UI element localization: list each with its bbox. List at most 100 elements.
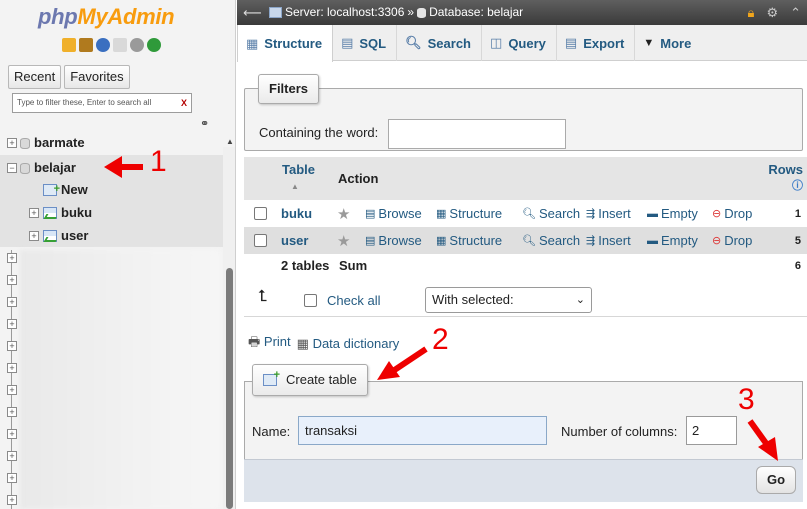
action-label: Empty — [661, 233, 698, 248]
expand-icon[interactable]: + — [7, 275, 17, 285]
print-link[interactable]: 🖶 Print — [248, 333, 291, 355]
tab-sql[interactable]: ▤ SQL — [333, 25, 398, 61]
empty-action[interactable]: ▬ Empty — [647, 233, 698, 248]
collapse-nav-icon[interactable]: ⟵ — [243, 0, 262, 25]
favorites-button[interactable]: Favorites — [64, 65, 130, 89]
containing-word-input[interactable] — [388, 119, 566, 149]
expand-icon[interactable]: + — [7, 363, 17, 373]
nav-scrollbar-thumb[interactable] — [226, 268, 233, 509]
check-all-label[interactable]: Check all — [327, 293, 380, 308]
with-selected-dropdown[interactable]: With selected: ⌄ — [425, 287, 592, 313]
data-dictionary-link[interactable]: ▦ Data dictionary — [297, 336, 400, 352]
printer-icon: 🖶 — [248, 334, 261, 349]
settings-icon[interactable]: ⚙ — [766, 0, 778, 25]
nav-tabs: Recent Favorites — [8, 65, 130, 89]
annotation-number-2: 2 — [432, 323, 449, 356]
table-name-link[interactable]: buku — [281, 206, 312, 221]
tree-item-barmate[interactable]: + barmate — [7, 132, 85, 154]
browse-action[interactable]: ▤ Browse — [365, 206, 422, 221]
tree-item-user[interactable]: + user — [29, 225, 88, 247]
table-column-header[interactable]: Table ▲ — [282, 162, 315, 194]
insert-icon: ⇶ — [586, 235, 596, 247]
table-name-link[interactable]: user — [281, 233, 308, 248]
nav-filter-input[interactable]: Type to filter these, Enter to search al… — [12, 93, 192, 113]
insert-action[interactable]: ⇶ Insert — [586, 206, 631, 221]
home-icon[interactable] — [62, 38, 76, 52]
table-name-input[interactable]: transaksi — [298, 416, 547, 445]
filter-placeholder: Type to filter these, Enter to search al… — [17, 98, 152, 107]
insert-action[interactable]: ⇶ Insert — [586, 233, 631, 248]
favorite-star-icon[interactable]: ★ — [337, 205, 350, 223]
gear-icon[interactable] — [130, 38, 144, 52]
favorite-star-icon[interactable]: ★ — [337, 232, 350, 250]
row-checkbox[interactable] — [254, 234, 267, 247]
structure-action[interactable]: ▦ Structure — [436, 233, 502, 248]
tree-item-new[interactable]: New — [43, 178, 88, 201]
expand-icon[interactable]: + — [7, 319, 17, 329]
expand-icon[interactable]: + — [7, 297, 17, 307]
expand-icon[interactable]: + — [29, 208, 39, 218]
expand-icon[interactable]: + — [7, 451, 17, 461]
drop-action[interactable]: ⊖ Drop — [712, 233, 752, 248]
structure-action[interactable]: ▦ Structure — [436, 206, 502, 221]
table-row: user ★ ▤ Browse ▦ Structure 🔍︎ Search ⇶ Inse… — [244, 227, 807, 254]
expand-icon[interactable]: + — [7, 341, 17, 351]
go-button[interactable]: Go — [756, 466, 796, 494]
breadcrumb: Server: localhost:3306 » Database: belaj… — [269, 0, 523, 25]
dictionary-icon: ▦ — [296, 336, 309, 351]
phpmyadmin-logo[interactable]: phpMyAdmin — [38, 4, 175, 30]
drop-action[interactable]: ⊖ Drop — [712, 206, 752, 221]
bar-controls: 🔒︎ ⚙ ⌃ — [748, 0, 801, 25]
expand-icon[interactable]: + — [7, 138, 17, 148]
collapse-icon[interactable]: − — [7, 163, 17, 173]
header-label: Table — [282, 162, 315, 177]
docs-icon[interactable] — [113, 38, 127, 52]
search-action[interactable]: 🔍︎ Search — [522, 233, 580, 248]
insert-icon: ⇶ — [586, 208, 596, 220]
expand-icon[interactable]: + — [7, 385, 17, 395]
link-icon[interactable]: ⚭ — [200, 117, 209, 130]
empty-action[interactable]: ▬ Empty — [647, 206, 698, 221]
tab-label: Structure — [264, 36, 323, 51]
database-icon — [20, 162, 30, 174]
check-all-checkbox[interactable] — [304, 294, 317, 307]
help-icon[interactable] — [96, 38, 110, 52]
maximize-icon[interactable]: ⌃ — [790, 0, 801, 25]
drop-icon: ⊖ — [712, 208, 722, 220]
lock-icon: 🔒︎ — [747, 5, 755, 20]
expand-icon[interactable]: + — [29, 231, 39, 241]
tab-label: More — [660, 35, 692, 51]
expand-icon[interactable]: + — [7, 495, 17, 505]
rows-column-header[interactable]: Rows ⓘ — [768, 162, 803, 194]
main-tabs: ▦ Structure ▤ SQL 🔍︎ Search ◫ Query ▤ Export … — [237, 25, 807, 62]
action-label: Structure — [449, 206, 503, 221]
expand-icon[interactable]: + — [7, 473, 17, 483]
number-of-columns-input[interactable]: 2 — [686, 416, 737, 445]
action-label: Search — [538, 233, 581, 248]
tab-export[interactable]: ▤ Export — [557, 25, 636, 61]
tab-more[interactable]: ▼ More — [635, 25, 701, 61]
expand-icon[interactable]: + — [7, 407, 17, 417]
row-checkbox[interactable] — [254, 207, 267, 220]
tab-search[interactable]: 🔍︎ Search — [397, 25, 483, 61]
tree-item-buku[interactable]: + buku — [29, 202, 92, 224]
browse-action[interactable]: ▤ Browse — [365, 233, 422, 248]
tab-query[interactable]: ◫ Query — [482, 25, 557, 61]
breadcrumb-database[interactable]: Database: belajar — [429, 0, 523, 25]
help-icon[interactable]: ⓘ — [792, 180, 803, 192]
scroll-up-icon[interactable]: ▲ — [226, 137, 234, 146]
sum-label: Sum — [339, 258, 368, 273]
total-rows: 6 — [794, 259, 801, 272]
reload-icon[interactable] — [147, 38, 161, 52]
new-label: New — [61, 182, 88, 197]
breadcrumb-server[interactable]: Server: localhost:3306 — [285, 0, 404, 25]
expand-icon[interactable]: + — [7, 253, 17, 263]
exit-icon[interactable] — [79, 38, 93, 52]
search-action[interactable]: 🔍︎ Search — [522, 206, 580, 221]
tree-item-belajar[interactable]: − belajar — [7, 157, 76, 179]
expand-icon[interactable]: + — [7, 429, 17, 439]
clear-filter-button[interactable]: X — [181, 94, 187, 112]
recent-button[interactable]: Recent — [8, 65, 62, 89]
tab-structure[interactable]: ▦ Structure — [237, 25, 334, 62]
structure-icon: ▦ — [436, 235, 447, 247]
